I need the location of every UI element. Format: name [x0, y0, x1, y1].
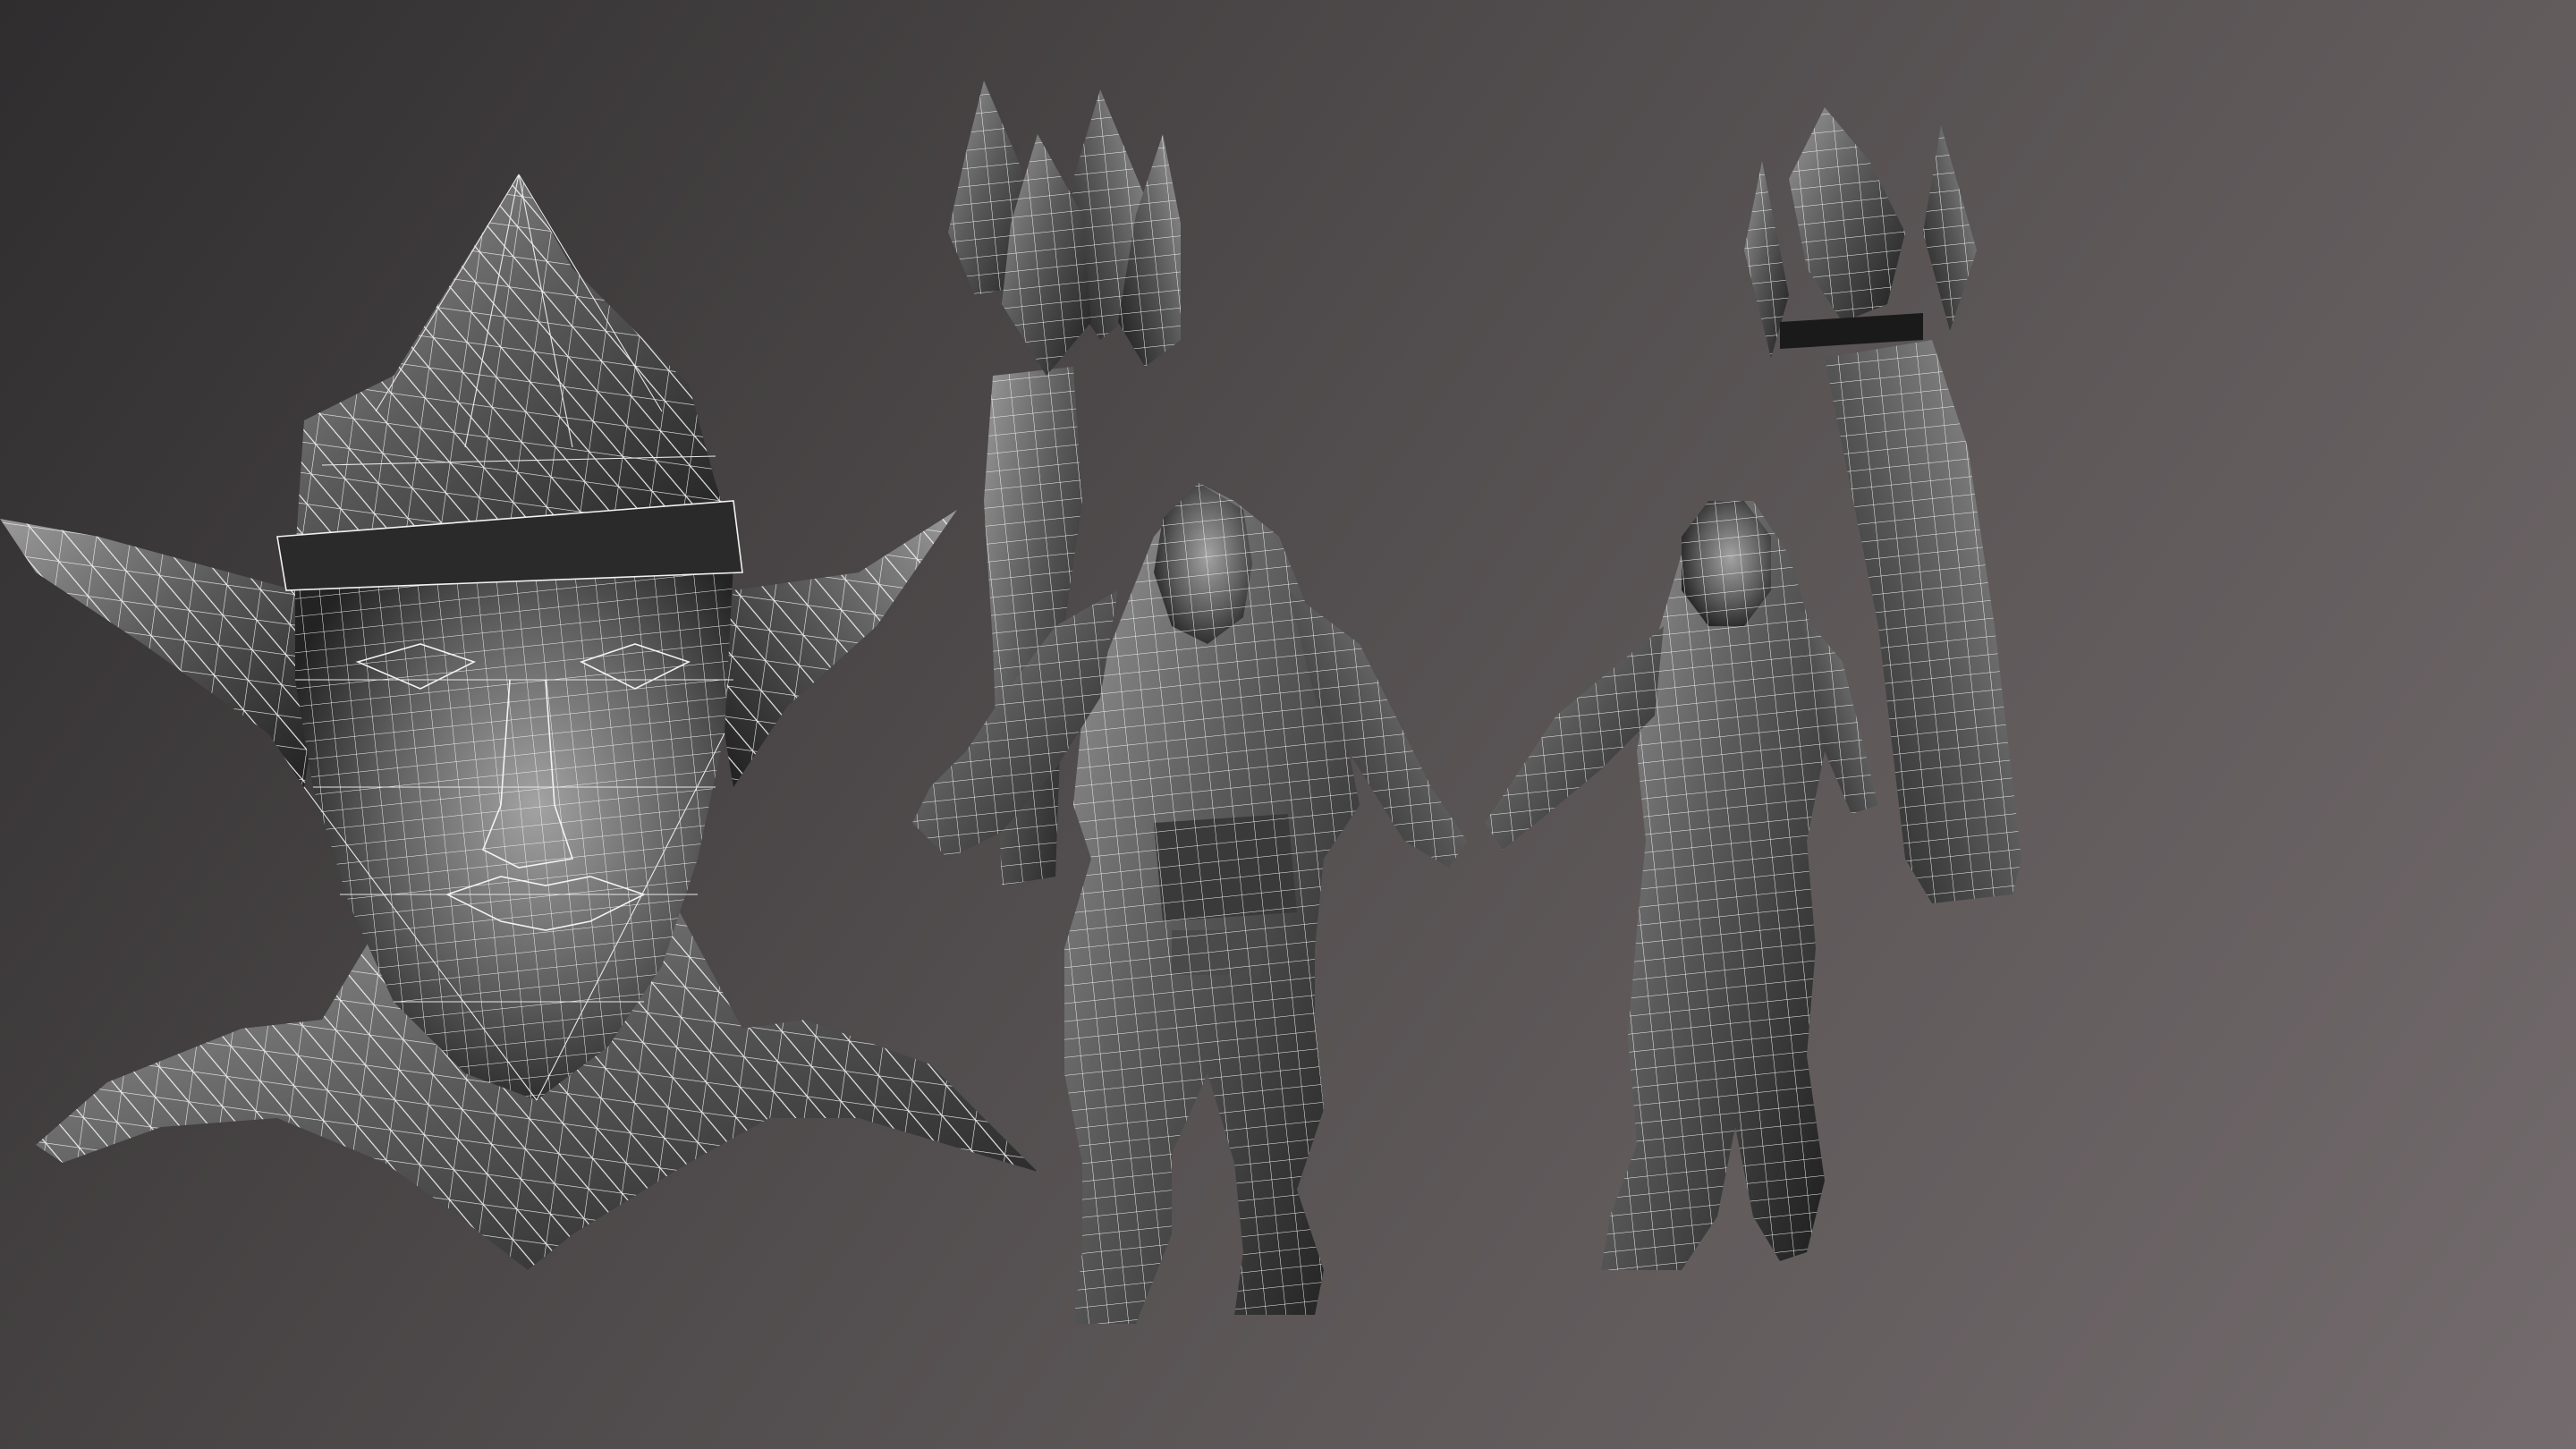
- 3d-viewport: [0, 0, 2576, 1449]
- full-body-back: [1485, 107, 2021, 1270]
- wireframe-render: [0, 80, 2021, 1324]
- head-closeup: [0, 174, 1038, 1270]
- back-staff-crown: [1744, 107, 1977, 358]
- front-staff-crown: [948, 80, 1181, 376]
- back-staff-ring: [1780, 313, 1923, 349]
